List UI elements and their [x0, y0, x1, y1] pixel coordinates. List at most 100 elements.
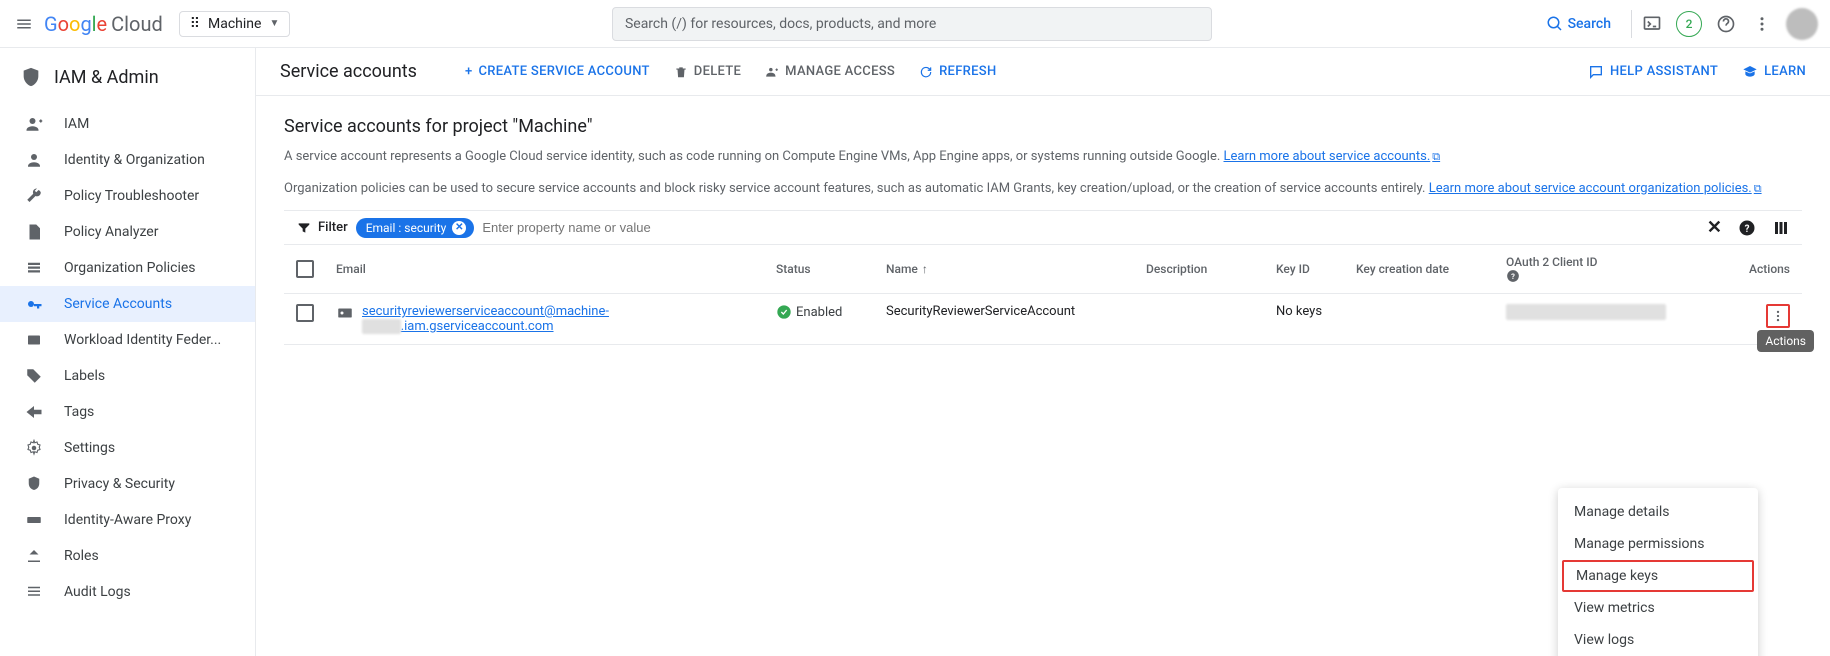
sidebar-item-auditlogs[interactable]: Audit Logs — [0, 574, 255, 610]
learn-more-org-link[interactable]: Learn more about service account organiz… — [1429, 181, 1762, 196]
gear-icon — [24, 438, 44, 458]
filter-chip-email[interactable]: Email : security ✕ — [356, 218, 475, 238]
shield-icon — [20, 66, 42, 88]
col-oauth[interactable]: OAuth 2 Client ID ? — [1506, 255, 1706, 283]
help-assistant-button[interactable]: HELP ASSISTANT — [1588, 64, 1718, 80]
search-button[interactable]: Search — [1534, 15, 1623, 33]
tags-icon — [24, 402, 44, 422]
sidebar-item-iam[interactable]: IAM — [0, 106, 255, 142]
create-service-account-button[interactable]: + CREATE SERVICE ACCOUNT — [465, 64, 650, 79]
col-keyid[interactable]: Key ID — [1276, 262, 1356, 276]
sort-up-icon: ↑ — [922, 262, 928, 276]
proxy-icon — [24, 510, 44, 530]
notification-badge[interactable]: 2 — [1676, 11, 1702, 37]
person-add-icon — [24, 114, 44, 134]
email-link-cont[interactable]: .iam.gserviceaccount.com — [401, 319, 554, 334]
dropdown-manage-details[interactable]: Manage details — [1558, 496, 1758, 528]
refresh-icon — [919, 65, 933, 79]
filter-bar: Filter Email : security ✕ ✕ ? — [284, 210, 1802, 245]
more-vert-icon — [1771, 309, 1785, 323]
delete-button[interactable]: DELETE — [674, 64, 741, 79]
name-cell: SecurityReviewerServiceAccount — [886, 304, 1146, 319]
project-name: Machine — [208, 16, 261, 32]
sidebar-item-label: Policy Troubleshooter — [64, 188, 199, 204]
avatar[interactable] — [1786, 8, 1818, 40]
sidebar-item-roles[interactable]: Roles — [0, 538, 255, 574]
sidebar-item-labels[interactable]: Labels — [0, 358, 255, 394]
dropdown-view-logs[interactable]: View logs — [1558, 624, 1758, 656]
filter-icon — [296, 220, 312, 236]
chat-icon — [1588, 64, 1604, 80]
person-icon — [765, 65, 779, 79]
service-account-icon — [336, 304, 354, 334]
top-header: Google Cloud ⠿ Machine ▼ Search (/) for … — [0, 0, 1830, 48]
help-icon[interactable] — [1714, 12, 1738, 36]
cloud-shell-icon[interactable] — [1640, 12, 1664, 36]
dropdown-manage-permissions[interactable]: Manage permissions — [1558, 528, 1758, 560]
sidebar-item-tags[interactable]: Tags — [0, 394, 255, 430]
column-display-icon[interactable] — [1772, 219, 1790, 237]
dropdown-view-metrics[interactable]: View metrics — [1558, 592, 1758, 624]
sidebar-item-label: Labels — [64, 368, 105, 384]
sidebar-item-troubleshooter[interactable]: Policy Troubleshooter — [0, 178, 255, 214]
list-icon — [24, 258, 44, 278]
sidebar-item-label: Identity-Aware Proxy — [64, 512, 191, 528]
shield-small-icon — [24, 474, 44, 494]
more-vert-icon[interactable] — [1750, 12, 1774, 36]
sidebar-item-orgpolicies[interactable]: Organization Policies — [0, 250, 255, 286]
sidebar-item-label: IAM — [64, 116, 89, 132]
section-desc-2: Organization policies can be used to sec… — [284, 179, 1802, 199]
project-icon: ⠿ — [190, 16, 200, 32]
search-wrap: Search (/) for resources, docs, products… — [298, 7, 1525, 41]
filter-help-icon[interactable]: ? — [1738, 219, 1756, 237]
clear-filter-icon[interactable]: ✕ — [1707, 217, 1722, 238]
plus-icon: + — [465, 64, 473, 79]
col-keycreation[interactable]: Key creation date — [1356, 262, 1506, 276]
sidebar-item-label: Policy Analyzer — [64, 224, 158, 240]
sidebar-item-iap[interactable]: Identity-Aware Proxy — [0, 502, 255, 538]
row-checkbox[interactable] — [296, 304, 314, 322]
col-status[interactable]: Status — [776, 262, 886, 276]
manage-access-button[interactable]: MANAGE ACCESS — [765, 64, 895, 79]
check-circle-icon — [776, 304, 792, 320]
col-description[interactable]: Description — [1146, 262, 1276, 276]
select-all-checkbox[interactable] — [296, 260, 314, 278]
hamburger-icon[interactable] — [12, 12, 36, 36]
learn-button[interactable]: LEARN — [1742, 64, 1806, 80]
oauth-cell — [1506, 304, 1706, 324]
page-title: Service accounts — [280, 61, 417, 82]
chip-close-icon[interactable]: ✕ — [452, 221, 466, 235]
info-icon[interactable]: ? — [1506, 269, 1706, 283]
logs-icon — [24, 582, 44, 602]
redacted-oauth — [1506, 304, 1666, 320]
col-name[interactable]: Name↑ — [886, 262, 1146, 276]
dropdown-manage-keys[interactable]: Manage keys — [1562, 560, 1754, 592]
external-link-icon: ⧉ — [1754, 182, 1762, 195]
col-email[interactable]: Email — [336, 262, 776, 276]
filter-input[interactable] — [482, 220, 1699, 235]
filter-label[interactable]: Filter — [296, 220, 348, 236]
sidebar-item-privacy[interactable]: Privacy & Security — [0, 466, 255, 502]
sidebar-item-label: Organization Policies — [64, 260, 196, 276]
key-icon — [24, 294, 44, 314]
email-cell: securityreviewerserviceaccount@machine- … — [336, 304, 776, 334]
project-picker[interactable]: ⠿ Machine ▼ — [179, 11, 291, 37]
content: Service accounts + CREATE SERVICE ACCOUN… — [256, 48, 1830, 656]
sidebar-item-identity[interactable]: Identity & Organization — [0, 142, 255, 178]
row-actions-button[interactable] — [1766, 304, 1790, 328]
google-cloud-logo[interactable]: Google Cloud — [44, 12, 163, 36]
sidebar-item-settings[interactable]: Settings — [0, 430, 255, 466]
refresh-button[interactable]: REFRESH — [919, 64, 996, 79]
learn-more-sa-link[interactable]: Learn more about service accounts.⧉ — [1224, 149, 1441, 164]
sidebar-item-workload[interactable]: Workload Identity Feder... — [0, 322, 255, 358]
svg-text:?: ? — [1745, 223, 1750, 234]
search-input[interactable]: Search (/) for resources, docs, products… — [612, 7, 1212, 41]
body-area: Service accounts for project "Machine" A… — [256, 96, 1830, 656]
email-link[interactable]: securityreviewerserviceaccount@machine- — [362, 304, 609, 319]
keyid-cell: No keys — [1276, 304, 1356, 319]
sidebar-item-serviceaccounts[interactable]: Service Accounts — [0, 286, 255, 322]
table-header: Email Status Name↑ Description Key ID Ke… — [284, 245, 1802, 294]
sidebar-item-analyzer[interactable]: Policy Analyzer — [0, 214, 255, 250]
wrench-icon — [24, 186, 44, 206]
divider — [1631, 10, 1632, 38]
